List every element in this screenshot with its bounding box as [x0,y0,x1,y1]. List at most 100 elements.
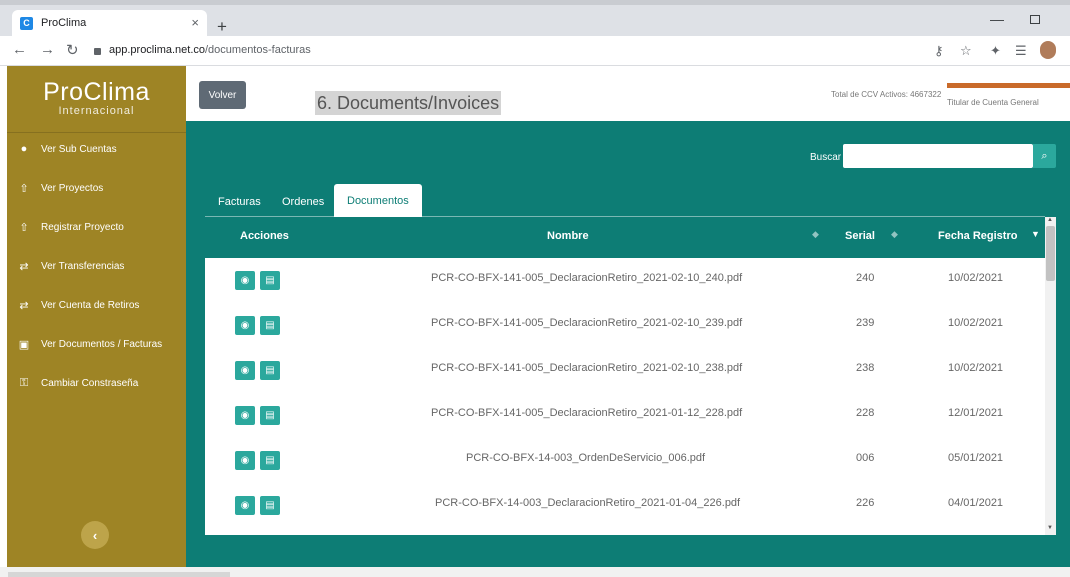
table-row: ◉ ▤ PCR-CO-BFX-14-003_OrdenDeServicio_00… [205,438,1045,483]
sidebar-item-cuenta-retiros[interactable]: ⇄ Ver Cuenta de Retiros [7,290,186,320]
back-arrow-icon[interactable]: ← [12,41,27,58]
page-header: Volver 6. Documents/Invoices Total de CC… [186,66,1070,124]
cell-fecha: 10/02/2021 [948,317,1004,329]
eye-icon: ◉ [240,500,250,511]
cell-fecha: 10/02/2021 [948,362,1004,374]
sidebar-item-cambiar-contrasena[interactable]: ⚿ Cambiar Constraseña [7,368,186,398]
view-button[interactable]: ◉ [235,496,255,515]
horizontal-scrollbar[interactable] [0,567,1070,577]
cell-nombre: PCR-CO-BFX-141-005_DeclaracionRetiro_202… [431,407,743,419]
collapse-sidebar-button[interactable]: ‹ [81,521,109,549]
tab-close-icon[interactable]: × [191,15,199,30]
table-body: ◉ ▤ PCR-CO-BFX-141-005_DeclaracionRetiro… [205,258,1045,535]
cell-fecha: 12/01/2021 [948,407,1004,419]
table-scrollbar[interactable]: ▲ ▼ [1045,217,1056,535]
transfer-icon: ⇄ [19,299,29,312]
star-icon[interactable]: ☆ [960,43,972,59]
search-button[interactable]: ⌕ [1033,144,1056,168]
search-label: Buscar [810,152,842,163]
key-icon[interactable]: ⚷ [934,43,944,59]
cell-fecha: 10/02/2021 [948,272,1004,284]
browser-tab-title: ProClima [41,17,87,29]
upload-icon: ⇧ [19,221,29,234]
eye-icon: ◉ [240,410,250,421]
column-header-serial[interactable]: Serial [845,230,875,242]
minimize-icon[interactable]: — [990,11,1004,27]
eye-icon: ◉ [240,275,250,286]
proclima-favicon-icon: C [20,16,33,30]
cell-serial: 226 [856,497,875,509]
sort-desc-icon[interactable]: ▼ [1031,229,1040,239]
back-button[interactable]: Volver [199,81,246,109]
tab-documentos[interactable]: Documentos [334,184,422,217]
user-name-redacted [947,83,1070,88]
cell-serial: 228 [856,407,875,419]
sidebar-item-documentos-facturas[interactable]: ▣ Ver Documentos / Facturas [7,329,186,359]
pdf-button[interactable]: ▤ [260,451,280,470]
scroll-down-icon[interactable]: ▼ [1047,525,1053,531]
cell-nombre: PCR-CO-BFX-14-003_DeclaracionRetiro_2021… [435,497,741,509]
extensions-icon[interactable]: ✦ [990,43,1001,59]
table-header: Acciones Nombre ◆ Serial ◆ Fecha Registr… [205,217,1045,258]
logo-main-text: ProClima [43,78,150,106]
pdf-button[interactable]: ▤ [260,361,280,380]
cell-nombre: PCR-CO-BFX-141-005_DeclaracionRetiro_202… [431,317,743,329]
column-header-fecha-registro[interactable]: Fecha Registro [938,230,1017,242]
table-row: ◉ ▤ PCR-CO-BFX-14-003_DeclaracionRetiro_… [205,483,1045,528]
sidebar-item-label: Registrar Proyecto [41,221,124,233]
table-row: ◉ ▤ PCR-CO-BFX-141-005_DeclaracionRetiro… [205,348,1045,393]
reading-list-icon[interactable]: ☰ [1015,43,1027,59]
view-button[interactable]: ◉ [235,451,255,470]
sidebar-item-sub-cuentas[interactable]: ● Ver Sub Cuentas [7,134,186,164]
address-bar[interactable]: app.proclima.net.co/documentos-facturas [94,44,311,56]
cell-serial: 006 [856,452,875,464]
pdf-icon: ▤ [265,275,275,286]
logo-divider [7,132,186,133]
search-input[interactable] [843,144,1033,168]
sort-icon[interactable]: ◆ [891,229,898,240]
reload-icon[interactable]: ↻ [66,41,79,59]
table-row: ◉ ▤ PCR-CO-BFX-141-005_DeclaracionRetiro… [205,303,1045,348]
column-header-acciones: Acciones [240,230,289,242]
sidebar-item-transferencias[interactable]: ⇄ Ver Transferencias [7,251,186,281]
tab-ordenes[interactable]: Ordenes [269,187,337,217]
sidebar-item-registrar-proyecto[interactable]: ⇧ Registrar Proyecto [7,212,186,242]
column-header-nombre[interactable]: Nombre [547,230,589,242]
view-button[interactable]: ◉ [235,271,255,290]
sort-icon[interactable]: ◆ [812,229,819,240]
cell-fecha: 05/01/2021 [948,452,1004,464]
logo-sub-text: Internacional [58,105,135,117]
sidebar-item-label: Ver Cuenta de Retiros [41,299,140,311]
chevron-left-icon: ‹ [92,527,98,543]
browser-tab[interactable]: C ProClima × [12,10,207,36]
maximize-icon[interactable] [1030,15,1040,24]
transfer-icon: ⇄ [19,260,29,273]
view-button[interactable]: ◉ [235,361,255,380]
view-button[interactable]: ◉ [235,406,255,425]
user-role: Titular de Cuenta General [947,98,1039,107]
scrollbar-thumb[interactable] [1046,226,1055,281]
pdf-button[interactable]: ▤ [260,316,280,335]
pdf-icon: ▤ [265,365,275,376]
tab-facturas[interactable]: Facturas [205,187,274,217]
profile-avatar[interactable] [1040,41,1056,59]
horizontal-scrollbar-thumb[interactable] [8,572,230,577]
forward-arrow-icon[interactable]: → [40,41,55,58]
view-button[interactable]: ◉ [235,316,255,335]
sidebar-item-label: Ver Documentos / Facturas [41,338,163,350]
cell-nombre: PCR-CO-BFX-141-005_DeclaracionRetiro_202… [431,362,743,374]
proclima-logo[interactable]: ProClima Internacional [7,78,186,117]
pdf-button[interactable]: ▤ [260,496,280,515]
pdf-button[interactable]: ▤ [260,271,280,290]
scroll-up-icon[interactable]: ▲ [1047,217,1053,223]
sidebar-item-proyectos[interactable]: ⇧ Ver Proyectos [7,173,186,203]
lock-icon [94,47,101,55]
new-tab-button[interactable]: + [217,17,227,37]
main-content: Buscar ⌕ Facturas Ordenes Documentos Acc… [186,124,1070,567]
sidebar: ProClima Internacional ● Ver Sub Cuentas… [7,66,186,577]
sidebar-item-label: Ver Proyectos [41,182,104,194]
table-row: ◉ ▤ PCR-CO-BFX-141-005_DeclaracionRetiro… [205,258,1045,303]
pdf-button[interactable]: ▤ [260,406,280,425]
document-icon: ▣ [18,338,30,351]
eye-icon: ◉ [240,455,250,466]
